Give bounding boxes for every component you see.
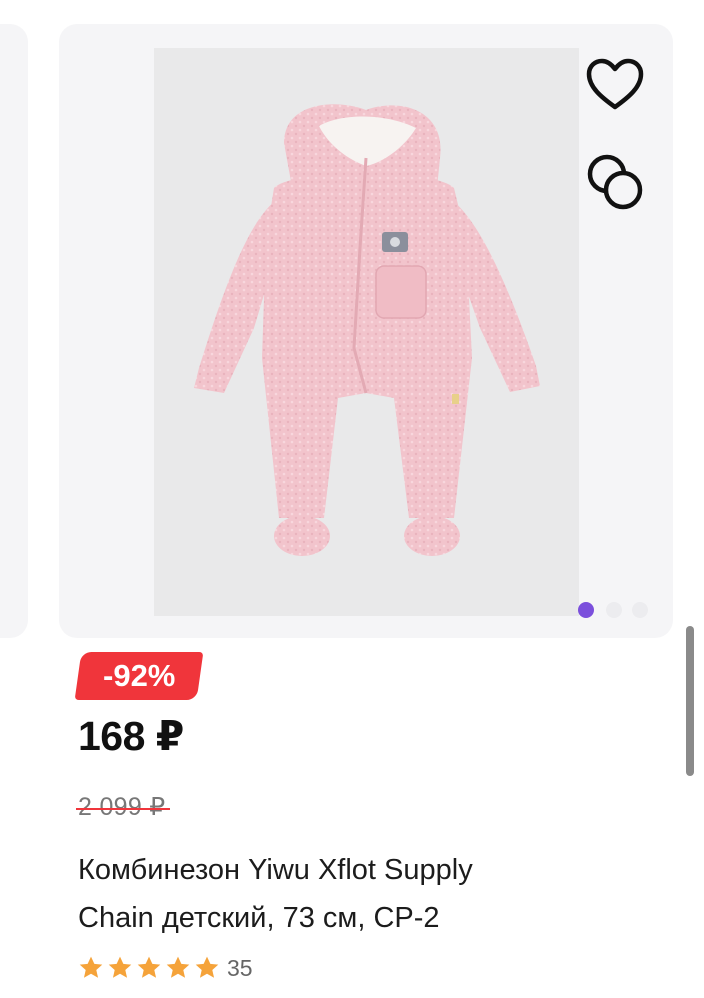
previous-product-card[interactable] [0, 24, 28, 638]
gallery-dot[interactable] [632, 602, 648, 618]
discount-badge: -92% [74, 652, 204, 700]
rating-stars [78, 955, 220, 981]
compare-button[interactable] [580, 148, 650, 214]
gallery-pagination [578, 602, 652, 618]
product-title-line: Комбинезон Yiwu Xflot Supply [78, 854, 473, 886]
product-title-line: Chain детский, 73 см, СР-2 [78, 902, 440, 934]
old-price: 2 099 ₽ [76, 793, 170, 821]
favorite-button[interactable] [580, 52, 650, 116]
product-title[interactable]: Комбинезон Yiwu Xflot Supply Chain детск… [78, 846, 638, 942]
star-icon [137, 956, 161, 978]
jumpsuit-illustration [194, 104, 540, 556]
product-image[interactable] [154, 48, 579, 616]
heart-outline-icon [586, 58, 644, 110]
star-icon [166, 956, 190, 978]
gallery-dot[interactable] [606, 602, 622, 618]
star-icon [79, 956, 103, 978]
current-price: 168 ₽ [78, 713, 184, 759]
discount-badge-text: -92% [102, 658, 176, 693]
product-rating[interactable]: 35 [78, 954, 253, 982]
star-icon [108, 956, 132, 978]
compare-circles-icon [587, 154, 643, 210]
gallery-dot-active[interactable] [578, 602, 594, 618]
scrollbar[interactable] [686, 626, 694, 776]
star-icon [195, 956, 219, 978]
reviews-count: 35 [227, 954, 253, 981]
